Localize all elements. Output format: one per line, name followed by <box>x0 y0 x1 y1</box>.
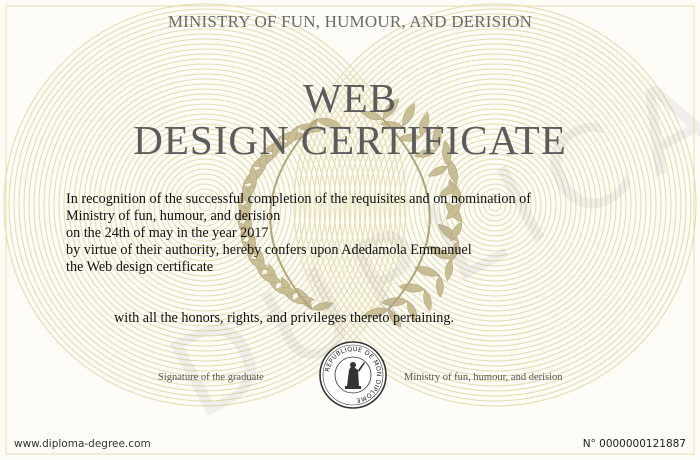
certificate-title-line2: DESIGN CERTIFICATE <box>133 117 567 163</box>
body-line: by virtue of their authority, hereby con… <box>66 242 472 258</box>
certificate-title-line1: WEB <box>302 75 398 121</box>
body-line: Ministry of fun, humour, and derision <box>66 208 281 224</box>
website-footer: www.diploma-degree.com <box>14 438 151 450</box>
certificate-body: In recognition of the successful complet… <box>66 191 666 276</box>
official-seal-icon: REPUBLIQUE DE MON DIPLOME <box>319 341 387 409</box>
body-line: In recognition of the successful complet… <box>66 191 531 207</box>
certificate: DUPLICA MINISTRY OF FUN, HUMOUR, AND DER… <box>0 0 700 460</box>
graduate-signature-label: Signature of the graduate <box>158 372 264 383</box>
issuer-header: MINISTRY OF FUN, HUMOUR, AND DERISION <box>167 12 533 31</box>
ministry-signature-label: Ministry of fun, humour, and derision <box>404 372 563 383</box>
honors-line: with all the honors, rights, and privile… <box>114 310 455 326</box>
body-line: the Web design certificate <box>66 259 214 275</box>
body-line: on the 24th of may in the year 2017 <box>66 225 269 241</box>
serial-number: N° 0000000121887 <box>582 438 686 450</box>
